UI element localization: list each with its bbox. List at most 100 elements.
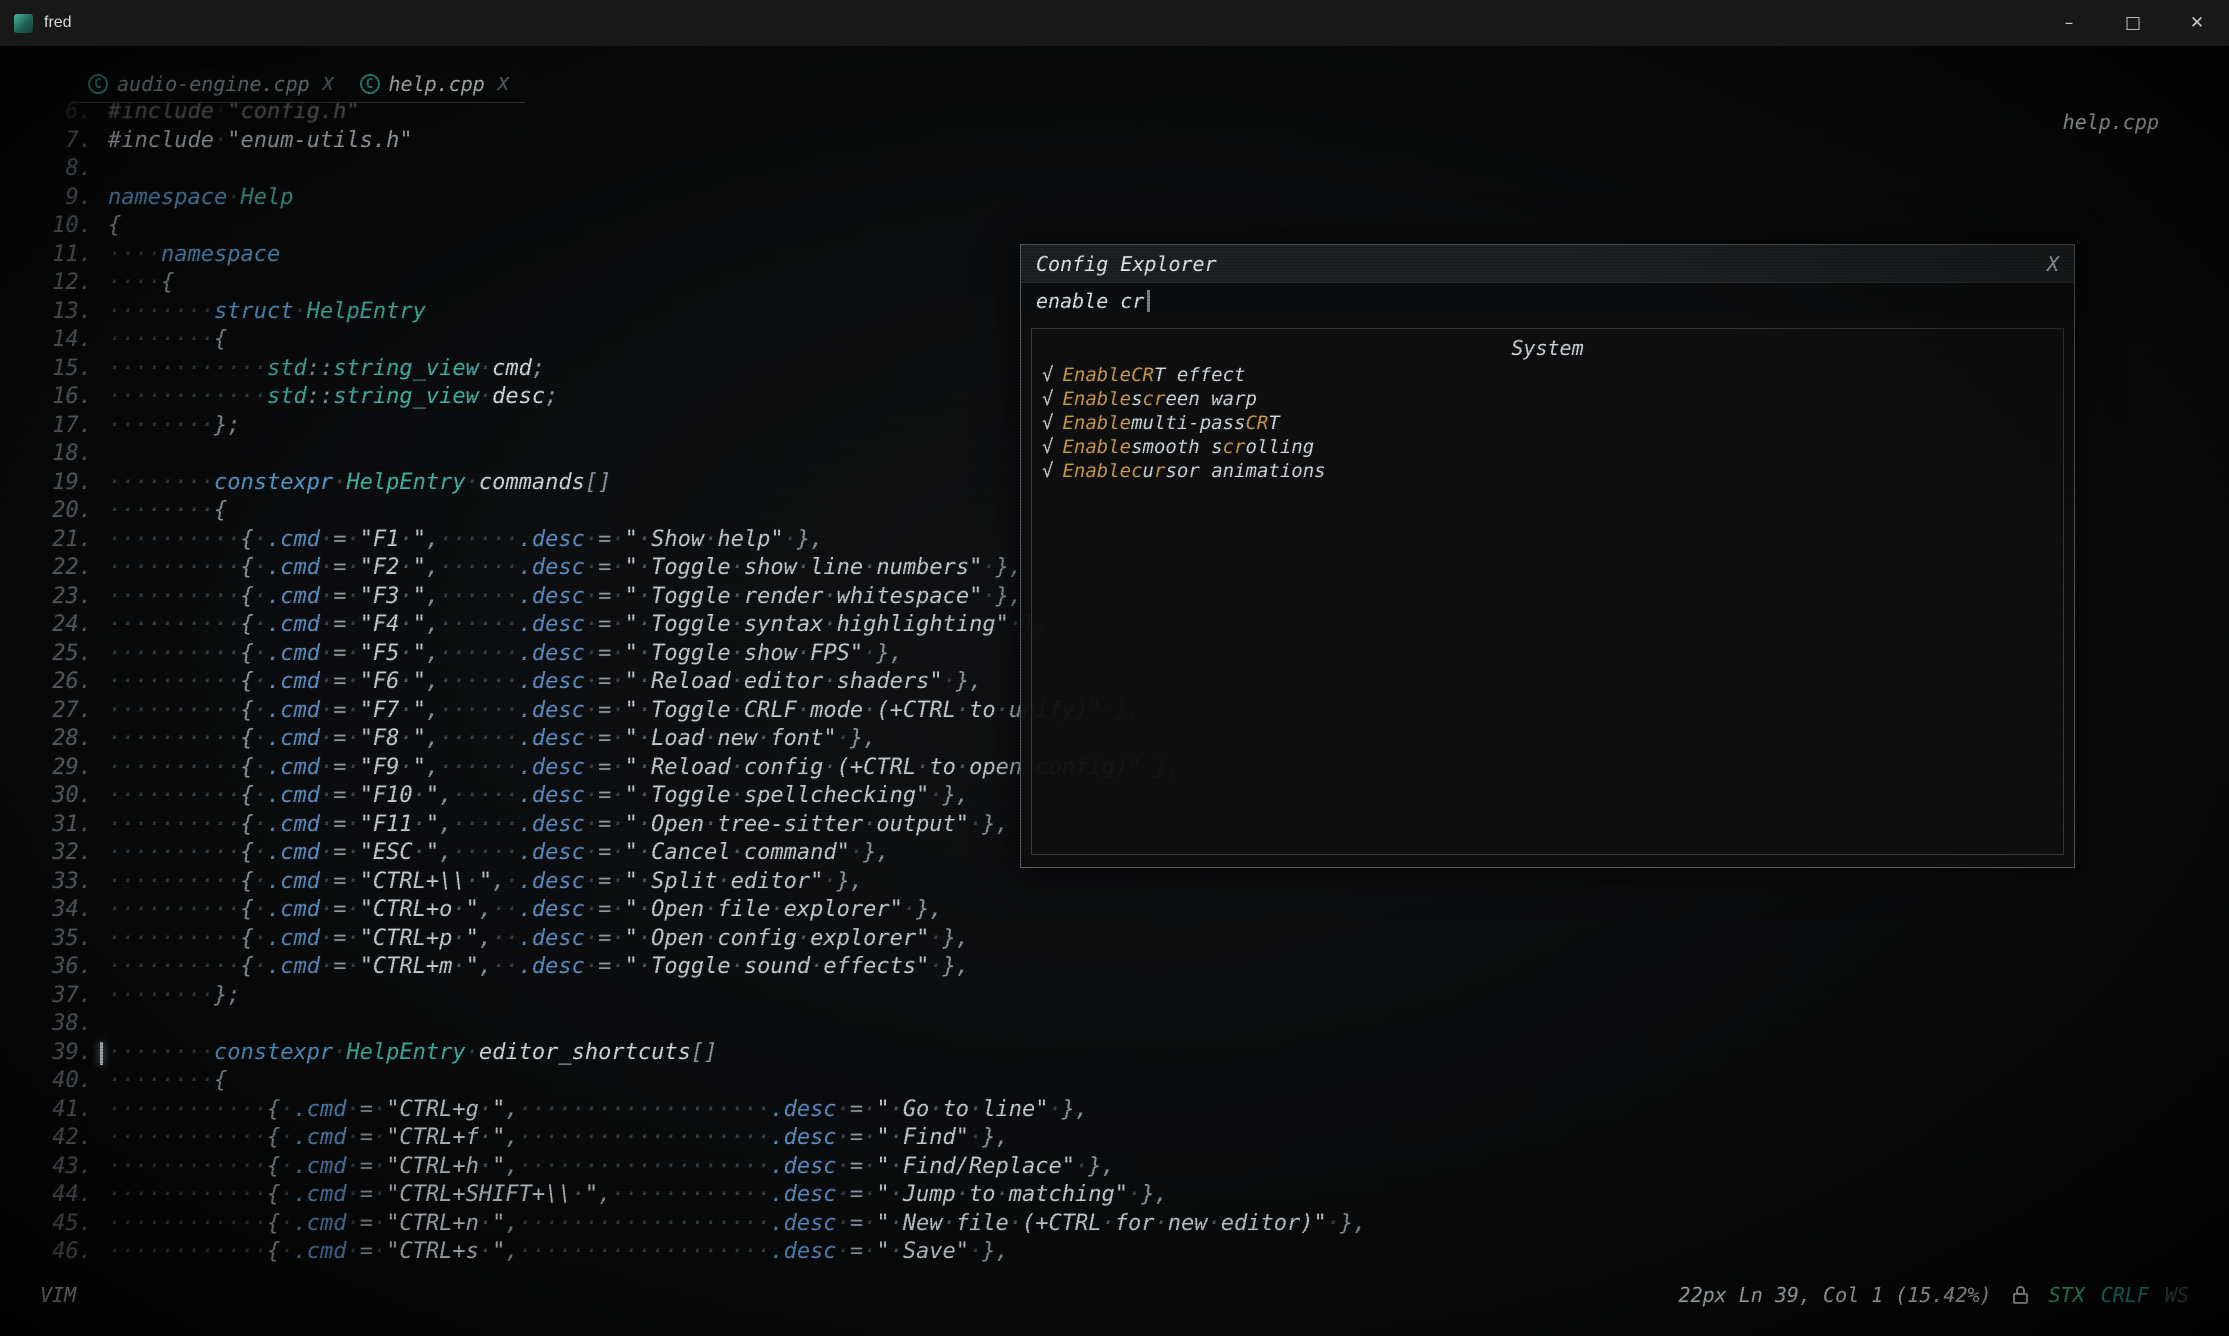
code-line[interactable]: 35.··········{·.cmd·=·"CTRL+p·",··.desc·… (28, 925, 1367, 954)
code-token-str: "CTRL+g·" (386, 1097, 505, 1122)
code-line-content: ····{ (108, 269, 174, 298)
code-token-str: "F4·" (360, 612, 426, 637)
code-line-content: ··········{·.cmd·=·"F4·",······.desc·=·"… (108, 611, 1049, 640)
tab-help-cpp[interactable]: Chelp.cppX (350, 68, 525, 102)
close-button[interactable]: ✕ (2165, 0, 2229, 46)
code-token-p: , (439, 840, 452, 865)
tab-bar: Caudio-engine.cppXChelp.cppX (78, 68, 525, 103)
status-bar: VIM 22px Ln 39, Col 1 (15.42%) STXCRLFWS (0, 1278, 2229, 1312)
config-search-input[interactable]: enable cr (1021, 283, 2074, 318)
code-line[interactable]: 9.namespace·Help (28, 184, 1367, 213)
code-token-ws: · (254, 726, 267, 751)
code-token-ws: · (320, 555, 333, 580)
code-token-ws: ·· (492, 926, 519, 951)
code-token-ws: ······ (439, 612, 518, 637)
code-token-kw: namespace (161, 242, 280, 267)
code-token-ws: · (611, 726, 624, 751)
code-token-ws: · (346, 1154, 359, 1179)
code-line[interactable]: 40.········{ (28, 1067, 1367, 1096)
code-line[interactable]: 33.··········{·.cmd·=·"CTRL+\\·",·.desc·… (28, 868, 1367, 897)
line-number: 7. (28, 127, 92, 156)
code-token-ws: · (611, 954, 624, 979)
code-token-ws: ·········· (108, 726, 240, 751)
window-title: fred (44, 14, 72, 32)
code-token-ws: · (254, 641, 267, 666)
line-number: 20. (28, 497, 92, 526)
code-line[interactable]: 8. (28, 155, 1367, 184)
code-line[interactable]: 36.··········{·.cmd·=·"CTRL+m·",··.desc·… (28, 953, 1367, 982)
code-line-content: #include·"enum-utils.h" (108, 127, 413, 156)
code-token-ws: · (863, 1182, 876, 1207)
config-option[interactable]: √Enable screen warp (1042, 387, 2053, 411)
line-number: 15. (28, 355, 92, 384)
code-token-ws: · (611, 641, 624, 666)
code-line[interactable]: 45.············{·.cmd·=·"CTRL+n·",······… (28, 1210, 1367, 1239)
code-token-op: = (598, 584, 611, 609)
config-explorer-close-button[interactable]: X (2047, 252, 2059, 276)
code-token-mem: .desc (519, 584, 585, 609)
code-line[interactable]: 42.············{·.cmd·=·"CTRL+f·",······… (28, 1124, 1367, 1153)
lock-icon (2012, 1286, 2029, 1304)
code-token-ws: ····· (452, 840, 518, 865)
code-token-ws: · (254, 698, 267, 723)
maximize-button[interactable]: □ (2101, 0, 2165, 46)
code-line[interactable]: 39.········constexpr·HelpEntry·editor_sh… (28, 1039, 1367, 1068)
code-token-ws: · (1327, 1211, 1340, 1236)
code-line[interactable]: 46.············{·.cmd·=·"CTRL+s·",······… (28, 1238, 1367, 1267)
config-option[interactable]: √Enable smooth scrolling (1042, 435, 2053, 459)
code-line[interactable]: 7. #include·"enum-utils.h" (28, 127, 1367, 156)
code-token-p: { (267, 1125, 280, 1150)
match-highlight: cr (1223, 435, 1246, 459)
code-token-p: { (240, 726, 253, 751)
code-line[interactable]: 38. (28, 1010, 1367, 1039)
code-token-ws: ············ (108, 356, 267, 381)
code-line-content: ··········{·.cmd·=·"F2·",······.desc·=·"… (108, 554, 1022, 583)
code-token-p: { (240, 869, 253, 894)
code-token-mem: .desc (519, 555, 585, 580)
tab-close-button[interactable]: X (498, 74, 509, 95)
code-token-p: ; (532, 356, 545, 381)
config-option[interactable]: √Enable multi-pass CRT (1042, 411, 2053, 435)
code-token-type: string_view (333, 384, 479, 409)
line-number: 8. (28, 155, 92, 184)
code-token-mem: .cmd (293, 1125, 346, 1150)
config-option[interactable]: √Enable CRT effect (1042, 363, 2053, 387)
config-option[interactable]: √Enable cursor animations (1042, 459, 2053, 483)
code-line[interactable]: 34.··········{·.cmd·=·"CTRL+o·",··.desc·… (28, 896, 1367, 925)
code-token-ws: ·· (492, 897, 519, 922)
option-text: olling (1246, 435, 1315, 459)
code-line-content: ··········{·.cmd·=·"CTRL+p·",··.desc·=·"… (108, 925, 969, 954)
code-token-op: = (333, 527, 346, 552)
code-line[interactable]: 10.{ (28, 212, 1367, 241)
code-token-ws: · (863, 1211, 876, 1236)
code-token-p: { (214, 1068, 227, 1093)
code-token-p: }, (1340, 1211, 1367, 1236)
code-token-p: , (426, 584, 439, 609)
code-token-ws: · (611, 869, 624, 894)
code-line[interactable]: 37.········}; (28, 982, 1367, 1011)
code-line-content: ··········{·.cmd·=·"F5·",······.desc·=·"… (108, 640, 903, 669)
code-token-p: , (426, 698, 439, 723)
match-highlight: c (1131, 459, 1142, 483)
code-token-str: "·Show·help" (625, 527, 784, 552)
code-token-p: }, (943, 783, 970, 808)
code-token-ws: ············ (611, 1182, 770, 1207)
tab-close-button[interactable]: X (323, 74, 334, 95)
code-line[interactable]: 41.············{·.cmd·=·"CTRL+g·",······… (28, 1096, 1367, 1125)
code-line-content: ············std::string_view·cmd; (108, 355, 545, 384)
code-token-p: { (267, 1239, 280, 1264)
code-token-ws: ······ (439, 555, 518, 580)
code-token-p: :: (307, 356, 334, 381)
code-line[interactable]: 43.············{·.cmd·=·"CTRL+h·",······… (28, 1153, 1367, 1182)
minimize-button[interactable]: – (2037, 0, 2101, 46)
code-token-p: { (240, 755, 253, 780)
code-token-ws: ········ (108, 1040, 214, 1065)
config-explorer-panel: Config Explorer X enable cr System √Enab… (1020, 244, 2075, 868)
code-token-p: { (267, 1154, 280, 1179)
code-line[interactable]: 44.············{·.cmd·=·"CTRL+SHIFT+\\·"… (28, 1181, 1367, 1210)
code-token-p: }, (943, 954, 970, 979)
code-token-ws: · (784, 527, 797, 552)
code-token-ws: · (585, 812, 598, 837)
code-token-ws: · (320, 584, 333, 609)
tab-audio-engine-cpp[interactable]: Caudio-engine.cppX (78, 68, 350, 102)
